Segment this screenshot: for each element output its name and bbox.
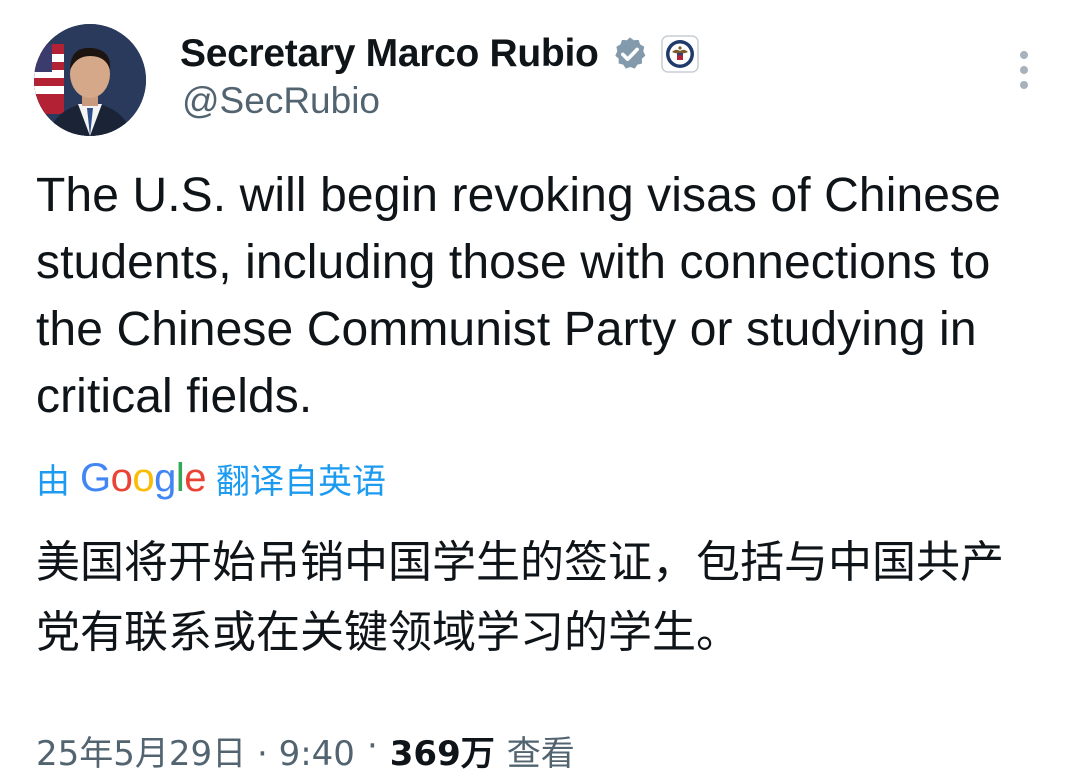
tweet-text: The U.S. will begin revoking visas of Ch…: [36, 169, 1001, 423]
more-dot-icon: [1020, 51, 1028, 59]
author-handle[interactable]: @SecRubio: [182, 80, 380, 122]
translated-text: 美国将开始吊销中国学生的签证，包括与中国共产党有联系或在关键领域学习的学生。: [36, 537, 1004, 658]
more-dot-icon: [1020, 66, 1028, 74]
tweet-timestamp[interactable]: 25年5月29日 · 9:40: [36, 726, 355, 775]
us-state-department-seal-icon: [660, 35, 699, 73]
avatar[interactable]: [34, 24, 146, 136]
tweet-meta: 25年5月29日 · 9:40 · 369万 查看: [36, 726, 575, 775]
view-count-label: 查看: [506, 734, 575, 774]
author-display-name[interactable]: Secretary Marco Rubio: [180, 32, 599, 76]
verified-badge-icon[interactable]: [611, 35, 649, 73]
avatar-photo: [34, 24, 146, 136]
translation-suffix: 翻译自英语: [216, 461, 387, 502]
tweet-card: Secretary Marco Rubio @SecRubio The U.S.: [0, 0, 1080, 774]
view-count: 369万: [389, 734, 495, 774]
more-options-button[interactable]: [1004, 46, 1044, 94]
translation-attribution[interactable]: 由 Google 翻译自英语: [36, 452, 386, 504]
author-name-row: Secretary Marco Rubio: [180, 28, 699, 80]
google-logo: Google: [80, 455, 207, 500]
more-dot-icon: [1020, 81, 1028, 89]
translation-prefix: 由: [36, 461, 70, 502]
